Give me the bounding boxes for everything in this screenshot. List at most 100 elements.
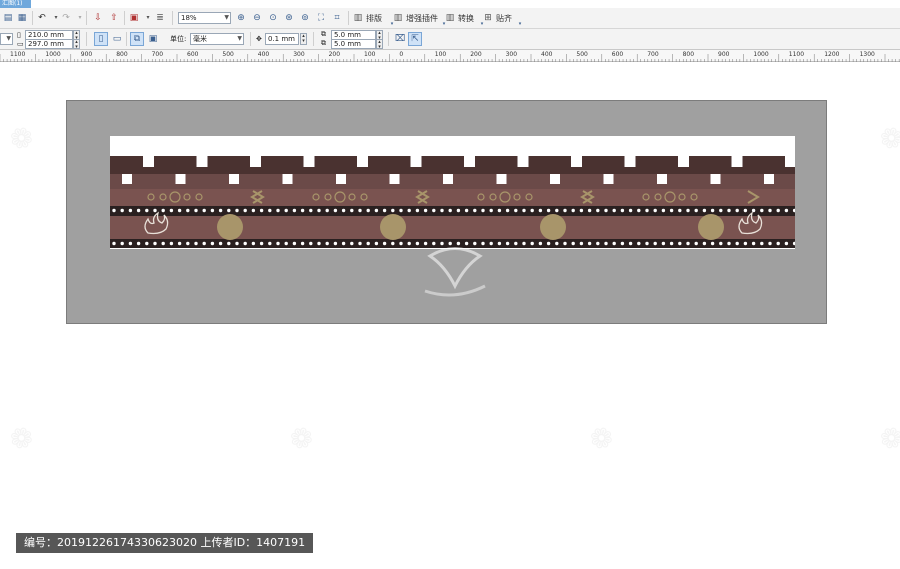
zoom-width-button[interactable]: ⛶ (315, 12, 327, 24)
ruler-tick-label: 300 (293, 51, 305, 58)
zoom-height-icon: ⌗ (334, 13, 340, 23)
publish-dropdown[interactable]: ▾ (142, 12, 154, 24)
gold-medallion (217, 214, 243, 240)
current-page-button[interactable]: ▣ (146, 32, 160, 46)
film-dot (120, 241, 124, 246)
crenellation-square (175, 174, 186, 184)
import-button[interactable]: ⇩ (92, 12, 104, 24)
redo-dropdown[interactable]: ▾ (74, 12, 86, 24)
film-dot (546, 208, 551, 213)
landscape-button[interactable]: ▭ (110, 32, 124, 46)
undo-button[interactable]: ↶ (36, 12, 48, 24)
crenellation-square (657, 174, 667, 184)
convert-label: 转换 (458, 13, 474, 23)
film-dot (661, 208, 666, 213)
film-dot (563, 208, 567, 213)
crenellation-square (143, 156, 154, 167)
duplicate-y-stepper[interactable]: ▴ ▾ (376, 39, 383, 50)
zoom-height-button[interactable]: ⌗ (331, 12, 343, 24)
film-dot (768, 241, 772, 246)
ruler-tick-label: 900 (718, 51, 730, 58)
portrait-button[interactable]: ▯ (94, 32, 108, 46)
paste-button[interactable]: ▦ (16, 12, 28, 24)
redo-button[interactable]: ↷ (60, 12, 72, 24)
ruler-tick-label: 1000 (45, 51, 61, 58)
design-dark-band (110, 156, 795, 174)
ruler-tick-label: 700 (647, 51, 659, 58)
film-dot (743, 208, 748, 213)
film-dot (596, 208, 600, 213)
height-stepper[interactable]: ▴ ▾ (73, 39, 80, 50)
film-dot (563, 241, 567, 246)
all-pages-button[interactable]: ⧉ (130, 32, 144, 46)
nudge-stepper[interactable]: ▴ ▾ (300, 33, 307, 45)
film-dot (514, 208, 518, 213)
zoom-out-button[interactable]: ⊖ (251, 12, 263, 24)
film-dot (391, 241, 395, 246)
nudge-distance-input[interactable]: 0.1 mm (265, 33, 299, 45)
height-icon: ▭ (17, 40, 24, 48)
film-dot (112, 241, 116, 246)
copy-button[interactable]: ▤ (2, 12, 14, 24)
crenellation-square (336, 174, 346, 184)
ruler-tick-label: 1100 (788, 51, 805, 58)
film-dot (350, 241, 354, 246)
crenellation-square (122, 174, 132, 184)
snap-objects-button[interactable]: ⇱ (408, 32, 422, 46)
film-dot (530, 208, 534, 213)
treat-as-filled-icon: ⌧ (394, 34, 406, 44)
film-dot (596, 241, 600, 246)
ruler-tick-label: 400 (541, 51, 553, 58)
document-tab[interactable]: 汇图(1) (0, 0, 31, 8)
treat-as-filled-button[interactable]: ⌧ (393, 32, 407, 46)
zoom-width-icon: ⛶ (317, 13, 325, 23)
film-dot (399, 241, 403, 246)
snap-button[interactable]: ⊞ 贴齐 (482, 12, 512, 24)
film-dot (341, 208, 346, 213)
film-dot (415, 208, 420, 213)
zoom-in-button[interactable]: ⊕ (235, 12, 247, 24)
film-dot (333, 208, 338, 213)
film-dot (341, 241, 346, 246)
film-dot (161, 241, 165, 246)
crenellation-square (496, 174, 507, 184)
units-select[interactable]: 毫米 ▼ (190, 33, 244, 45)
film-dot (776, 208, 780, 213)
crenellation-square (764, 174, 774, 184)
film-dot (686, 241, 690, 246)
zoom-level-select[interactable]: 18% ▼ (178, 12, 231, 24)
all-pages-icon: ⧉ (133, 34, 141, 44)
zoom-selected-button[interactable]: ⊙ (267, 12, 279, 24)
zoom-page-button[interactable]: ⊚ (299, 12, 311, 24)
horizontal-ruler[interactable]: 1100 1000 900 800 700 600 500 400 300 200 100 0 100 2… (0, 50, 900, 62)
film-dot (489, 208, 493, 213)
convert-button[interactable]: ▥ 转换 (444, 12, 474, 24)
app-launcher-button[interactable]: ≣ (154, 12, 166, 24)
layout-button[interactable]: ▥ 排版 (352, 12, 382, 24)
film-dot (719, 208, 723, 213)
film-dot (505, 208, 510, 213)
film-dot (218, 208, 223, 213)
paper-size-select[interactable]: ▼ (0, 33, 13, 45)
enhance-plugin-button[interactable]: ▥ 增强插件 (392, 12, 438, 24)
publish-pdf-button[interactable]: ▣ (128, 12, 140, 24)
decorative-border-design[interactable] (110, 136, 795, 249)
film-dot (661, 241, 666, 246)
crenellation-square (550, 174, 560, 184)
duplicate-y-input[interactable]: 5.0 mm (331, 39, 376, 49)
zoom-all-icon: ⊛ (285, 13, 293, 23)
film-dot (194, 241, 198, 246)
image-id-bar: 编号：20191226174330623020 上传者ID：1407191 (16, 533, 314, 553)
zoom-out-icon: ⊖ (253, 13, 261, 23)
zoom-all-button[interactable]: ⊛ (283, 12, 295, 24)
page-height-input[interactable]: 297.0 mm (25, 39, 73, 49)
film-dot (637, 241, 641, 246)
film-dot (514, 241, 518, 246)
film-dot (735, 241, 739, 246)
film-dot (169, 241, 174, 246)
convert-icon: ▥ (445, 13, 455, 23)
export-button[interactable]: ⇧ (108, 12, 120, 24)
film-dot (235, 208, 239, 213)
film-dot (694, 241, 698, 246)
crenellation-square (603, 174, 614, 184)
